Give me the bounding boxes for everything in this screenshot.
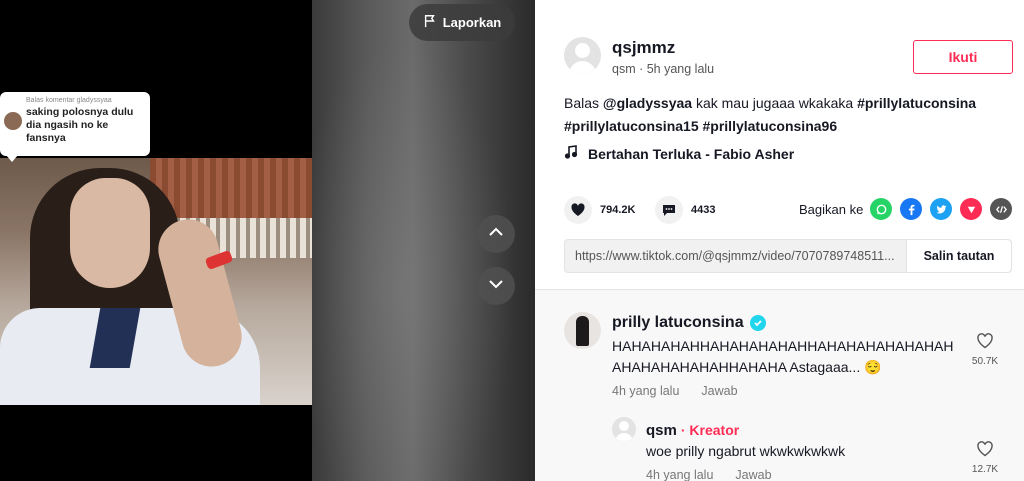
chevron-up-icon bbox=[486, 222, 506, 247]
reply-author-name[interactable]: qsm bbox=[646, 422, 677, 439]
like-count: 794.2K bbox=[600, 204, 636, 216]
reply-avatar[interactable] bbox=[612, 417, 636, 441]
reply-link[interactable]: Jawab bbox=[701, 384, 737, 398]
like-stat[interactable]: 794.2K bbox=[564, 196, 635, 224]
video-frame[interactable] bbox=[0, 158, 312, 405]
comment-author-name[interactable]: prilly latuconsina bbox=[612, 314, 744, 332]
reply-link[interactable]: Jawab bbox=[735, 468, 771, 481]
comment-like-count: 50.7K bbox=[971, 356, 999, 367]
caption-mention[interactable]: @gladyssyaa bbox=[603, 95, 692, 111]
report-label: Laporkan bbox=[442, 15, 502, 30]
comment-count: 4433 bbox=[691, 204, 716, 216]
reply-bubble-text: saking polosnya dulu dia ngasih no ke fa… bbox=[26, 106, 134, 144]
pinterest-icon[interactable] bbox=[960, 198, 982, 220]
embed-icon[interactable] bbox=[990, 198, 1012, 220]
hashtag-link[interactable]: #prillylatuconsina96 bbox=[703, 118, 838, 134]
video-person-face bbox=[70, 178, 150, 288]
reply-text: woe prilly ngabrut wkwkwkwkwk bbox=[646, 443, 846, 459]
video-player[interactable]: Balas komentar gladyssyaa saking polosny… bbox=[0, 0, 535, 481]
comment-text: HAHAHAHAHHAHAHAHAHAHHAHAHAHAHAHAHAHAHAHA… bbox=[612, 338, 954, 375]
copy-link-button[interactable]: Salin tautan bbox=[906, 240, 1011, 272]
flag-icon bbox=[423, 14, 437, 31]
twitter-icon[interactable] bbox=[930, 198, 952, 220]
share-label: Bagikan ke bbox=[799, 202, 864, 217]
creator-label: · Kreator bbox=[680, 422, 740, 438]
next-video-button[interactable] bbox=[477, 267, 515, 305]
reply-bubble-title: Balas komentar gladyssyaa bbox=[26, 97, 112, 104]
report-button[interactable]: Laporkan bbox=[409, 4, 515, 41]
caption-text: kak mau jugaaa wkakaka bbox=[692, 95, 858, 111]
previous-video-button[interactable] bbox=[477, 215, 515, 253]
hashtag-link[interactable]: #prillylatuconsina bbox=[857, 95, 976, 111]
facebook-icon[interactable] bbox=[900, 198, 922, 220]
reply-author[interactable]: qsm · Kreator bbox=[646, 422, 739, 439]
reply-meta: 4h yang lalu Jawab bbox=[646, 468, 772, 481]
reply-like-count: 12.7K bbox=[971, 464, 999, 475]
heart-outline-icon[interactable] bbox=[976, 332, 994, 353]
reply-comment-bubble: Balas komentar gladyssyaa saking polosny… bbox=[0, 92, 150, 162]
reply-like[interactable]: 12.7K bbox=[965, 440, 1005, 475]
video-caption: Balas @gladyssyaa kak mau jugaaa wkakaka… bbox=[564, 92, 1014, 138]
comment-time: 4h yang lalu bbox=[612, 384, 680, 398]
comment-author[interactable]: prilly latuconsina bbox=[612, 314, 766, 332]
chevron-down-icon bbox=[486, 274, 506, 299]
hashtag-link[interactable]: #prillylatuconsina15 bbox=[564, 118, 699, 134]
comment-meta: 4h yang lalu Jawab bbox=[612, 384, 738, 398]
comment-icon[interactable] bbox=[655, 196, 683, 224]
whatsapp-icon[interactable] bbox=[870, 198, 892, 220]
comment-like[interactable]: 50.7K bbox=[965, 332, 1005, 367]
heart-icon[interactable] bbox=[564, 196, 592, 224]
music-link[interactable]: Bertahan Terluka - Fabio Asher bbox=[564, 145, 794, 162]
video-link-url[interactable]: https://www.tiktok.com/@qsjmmz/video/707… bbox=[565, 240, 906, 272]
details-panel: qsjmmz qsm · 5h yang lalu Ikuti Balas @g… bbox=[535, 0, 1024, 481]
comment-avatar[interactable] bbox=[564, 312, 601, 349]
music-note-icon bbox=[564, 145, 578, 162]
reply-time: 4h yang lalu bbox=[646, 468, 714, 481]
caption-prefix: Balas bbox=[564, 95, 603, 111]
verified-badge-icon bbox=[749, 315, 766, 331]
author-meta: qsm · 5h yang lalu bbox=[612, 62, 715, 76]
comments-list[interactable]: prilly latuconsina HAHAHAHAHHAHAHAHAHAHH… bbox=[535, 290, 1024, 481]
reply-avatar bbox=[4, 112, 22, 130]
heart-outline-icon[interactable] bbox=[976, 440, 994, 461]
comment-stat[interactable]: 4433 bbox=[655, 196, 715, 224]
author-avatar[interactable] bbox=[564, 37, 601, 74]
author-username[interactable]: qsjmmz bbox=[612, 38, 675, 58]
follow-button[interactable]: Ikuti bbox=[913, 40, 1013, 74]
video-link-box: https://www.tiktok.com/@qsjmmz/video/707… bbox=[564, 239, 1012, 273]
music-title: Bertahan Terluka - Fabio Asher bbox=[588, 145, 795, 162]
